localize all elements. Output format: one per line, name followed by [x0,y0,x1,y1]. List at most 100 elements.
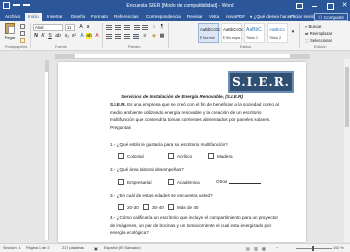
checkbox[interactable] [118,179,124,185]
find-button[interactable]: ⌕ Buscar [305,24,322,29]
scroll-thumb[interactable] [345,67,349,127]
select-label: Seleccionar [310,38,333,43]
option-mas-de-40[interactable]: Más de 40 [168,204,198,210]
page-indicator[interactable]: Página 1 de 2 [26,246,49,250]
proofing-icon[interactable]: ▣ [94,246,98,251]
styles-more-icon[interactable]: ▾ [290,29,296,35]
checkbox[interactable] [118,153,124,159]
option-madera[interactable]: Madera [208,153,233,159]
tab-correspondencia[interactable]: Correspondencia [143,13,184,21]
sign-in-link[interactable]: Iniciar sesión [290,13,317,21]
tab-referencias[interactable]: Referencias [111,13,142,21]
option-30-40[interactable]: 30-40 [143,204,164,210]
show-marks-icon[interactable]: ¶ [159,24,165,30]
justify-icon[interactable] [133,34,139,39]
text-effects-icon[interactable]: A [79,33,85,39]
option-empresarial[interactable]: Empresarial [118,179,152,185]
style-normal[interactable]: AaBbCcDc ¶ Normal [198,23,220,43]
cut-icon[interactable] [20,24,25,29]
align-right-icon[interactable] [124,34,130,39]
share-label: Compartir [323,15,344,20]
grow-font-icon[interactable]: A [78,24,84,30]
underline-button[interactable]: S [47,33,53,39]
borders-icon[interactable]: ▦ [159,33,165,39]
horizontal-ruler[interactable] [55,54,310,59]
checkbox[interactable] [143,204,149,210]
clipboard-group-label: Portapapeles [5,45,28,49]
checkbox[interactable] [118,204,124,210]
multilevel-list-icon[interactable] [124,25,130,30]
minimize-icon[interactable] [311,1,318,10]
zoom-slider-knob[interactable] [312,246,314,251]
format-painter-icon[interactable] [20,38,25,43]
option-otros[interactable]: Otros [216,179,262,184]
otros-blank-line[interactable] [229,180,262,184]
zoom-level[interactable]: 100 % [333,246,344,250]
superscript-button[interactable]: x² [71,33,77,39]
maximize-icon[interactable] [326,1,334,10]
bold-button[interactable]: N [33,33,39,39]
tab-archivo[interactable]: Archivo [2,13,23,21]
strikethrough-button[interactable]: ab [55,33,61,39]
highlight-icon[interactable]: ab [86,33,92,39]
vertical-ruler[interactable] [45,60,49,240]
checkbox[interactable] [208,153,214,159]
shading-icon[interactable]: ◆ [151,33,157,39]
tell-me-search[interactable]: ♦ ¿Qué desea hacer? [250,13,294,21]
bullets-icon[interactable] [106,25,112,30]
sort-icon[interactable]: ↕ [151,24,157,30]
vertical-scrollbar[interactable] [344,59,350,242]
tab-vista[interactable]: Vista [206,13,222,21]
replace-button[interactable]: ⇄ Reemplazar [305,31,332,36]
option-academica[interactable]: Académica [168,179,200,185]
copy-icon[interactable] [20,31,25,36]
section-indicator[interactable]: Sección: 1 [3,246,21,250]
tab-inicio[interactable]: Inicio [25,13,42,21]
subscript-button[interactable]: x₂ [64,33,70,39]
language-indicator[interactable]: Español (El Salvador) [104,246,141,250]
ribbon-tabs: Archivo Inicio Insertar Diseño Formato R… [0,12,350,21]
option-colonial[interactable]: Colonial [118,153,144,159]
tab-revisar[interactable]: Revisar [184,13,206,21]
document-page[interactable]: S.I.E.R. Servicios de Instalación de Ene… [58,62,306,242]
option-20-30[interactable]: 20-30 [118,204,139,210]
share-button[interactable]: ⚇ Compartir [314,13,348,21]
tab-novapdf[interactable]: novaPDF [223,13,248,21]
ribbon-display-options-icon[interactable] [296,3,303,9]
zoom-out-icon[interactable]: − [276,246,278,250]
zoom-slider[interactable] [296,246,332,251]
style-heading-2[interactable]: AaBbCc Título 2 [267,23,288,43]
save-icon[interactable] [3,2,10,9]
decrease-indent-icon[interactable] [134,25,140,30]
select-button[interactable]: ⬚ Seleccionar [305,38,332,43]
font-size-select[interactable]: 11 [65,24,75,31]
checkbox[interactable] [168,204,174,210]
web-layout-icon[interactable]: ▦ [262,246,266,251]
shrink-font-icon[interactable]: a [85,24,91,30]
italic-button[interactable]: K [40,33,46,39]
line-spacing-icon[interactable]: ≡ [142,33,148,39]
style-heading-1[interactable]: AaBbC Título 1 [244,23,265,43]
read-mode-icon[interactable]: ▤ [246,246,250,251]
style-name: Título 1 [246,36,258,40]
numbering-icon[interactable] [115,25,121,30]
checkbox[interactable] [168,153,174,159]
tab-insertar[interactable]: Insertar [44,13,66,21]
font-color-icon[interactable]: A [94,33,100,39]
font-name-select[interactable]: Arial [33,24,63,31]
print-layout-icon[interactable]: ▥ [254,246,258,251]
style-no-spacing[interactable]: AaBbCcDc ¶ Sin espa... [221,23,243,43]
align-left-icon[interactable] [106,34,112,39]
tab-diseno[interactable]: Diseño [68,13,88,21]
redo-icon[interactable] [23,4,30,7]
word-count[interactable]: 217 palabras [62,246,84,250]
undo-icon[interactable] [13,4,20,7]
align-center-icon[interactable] [115,34,121,39]
checkbox[interactable] [168,179,174,185]
divider [299,23,300,48]
paste-button[interactable]: Pegar [3,23,17,41]
option-acrilico[interactable]: Acrílico [168,153,192,159]
increase-indent-icon[interactable] [142,25,148,30]
close-icon[interactable]: ✕ [341,1,348,10]
tab-formato[interactable]: Formato [88,13,111,21]
